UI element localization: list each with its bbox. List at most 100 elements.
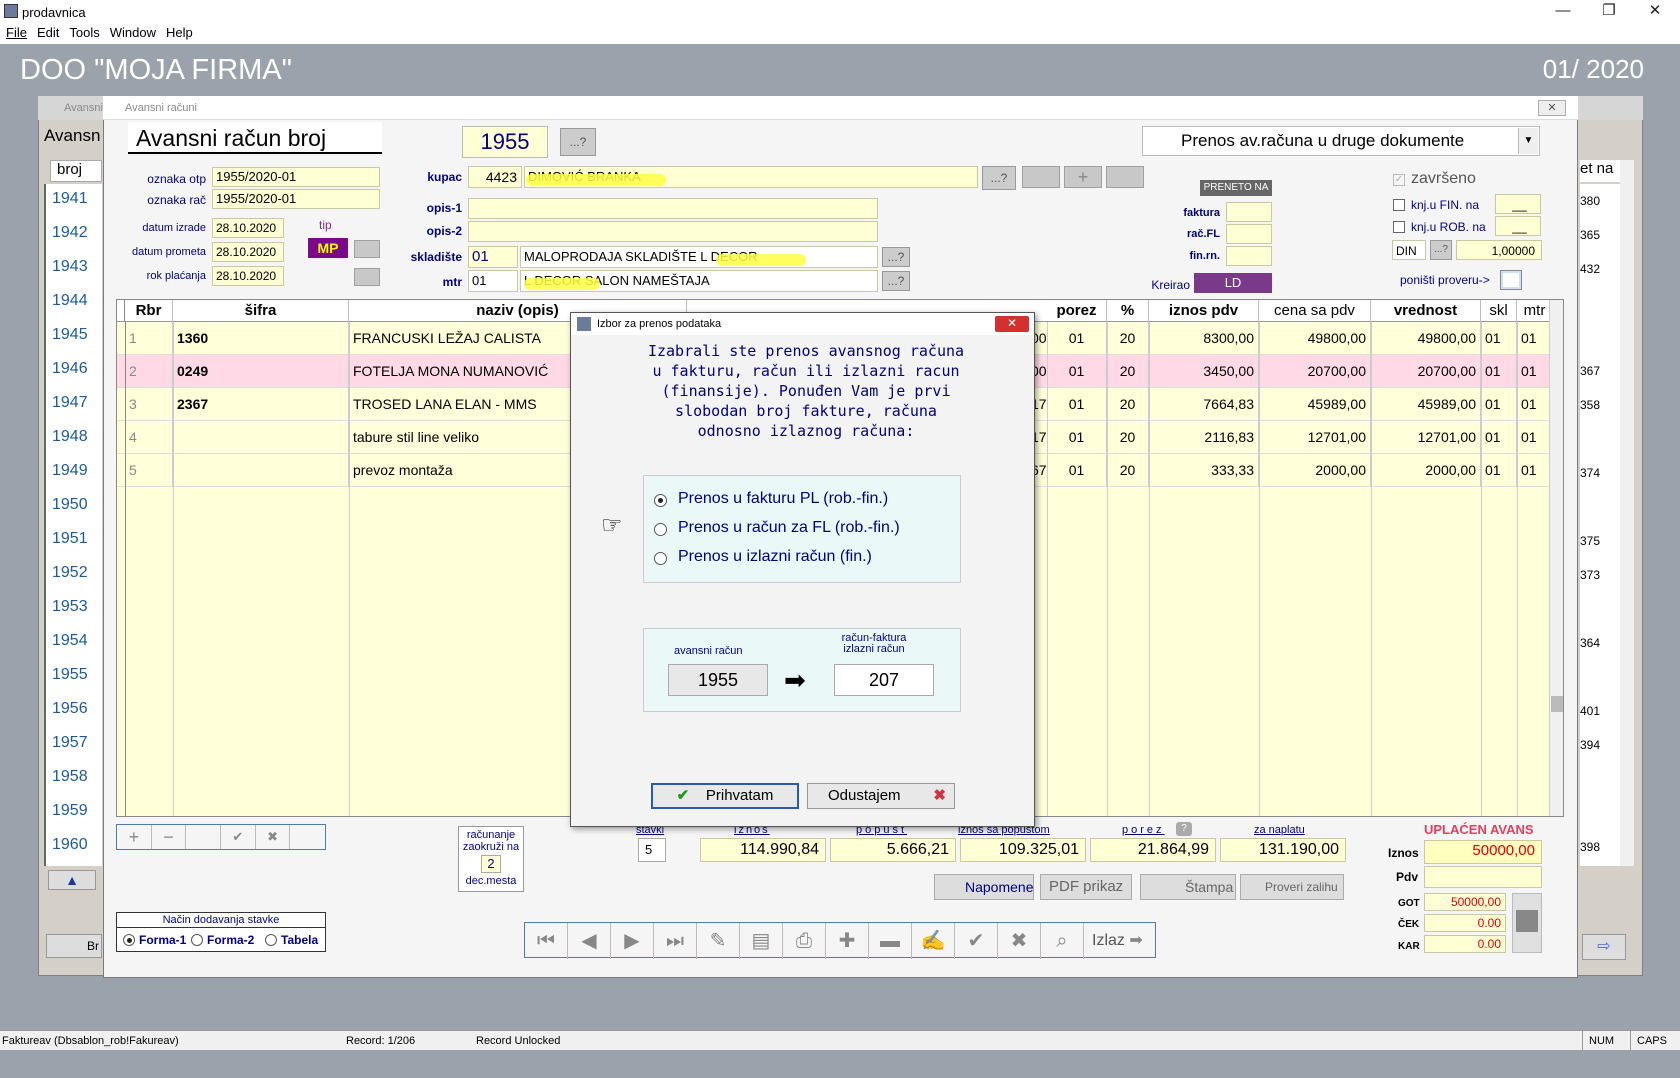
col-vrednost[interactable]: vrednost xyxy=(1371,300,1481,322)
kar-value[interactable]: 0.00 xyxy=(1424,935,1506,953)
background-list-item[interactable]: 1944 xyxy=(52,292,88,310)
opis2-field[interactable] xyxy=(468,221,878,242)
menu-help[interactable]: Help xyxy=(166,24,193,44)
background-list-item[interactable]: 1947 xyxy=(52,394,88,412)
option-faktura-radio[interactable] xyxy=(654,494,667,507)
cancel-record-icon[interactable]: ✖ xyxy=(998,923,1041,959)
knjfin-field[interactable]: __ xyxy=(1495,194,1541,214)
mtr-lookup-button[interactable]: ...? xyxy=(882,271,910,291)
background-list-item[interactable]: 1950 xyxy=(52,496,88,514)
background-list-item[interactable]: 1953 xyxy=(52,598,88,616)
oznaka-otp-field[interactable]: 1955/2020-01 xyxy=(212,167,380,187)
list-icon[interactable]: ▤ xyxy=(740,923,783,959)
exit-arrow-icon[interactable]: ⇨ xyxy=(1582,934,1626,960)
col-mtr[interactable]: mtr xyxy=(1517,300,1553,322)
datum-prometa-field[interactable]: 28.10.2020 xyxy=(212,242,284,262)
edit-record-icon[interactable]: ✍ xyxy=(912,923,955,959)
prihvatam-button[interactable]: ✔ Prihvatam xyxy=(651,783,799,809)
col-rbr[interactable]: Rbr xyxy=(125,300,173,322)
knjrob-field[interactable]: __ xyxy=(1495,216,1541,236)
number-lookup-button[interactable]: ...? xyxy=(560,128,596,156)
kupac-lookup-button[interactable]: ...? xyxy=(982,166,1016,190)
knjrob-checkbox[interactable] xyxy=(1393,221,1405,233)
add-record-icon[interactable]: ✚ xyxy=(826,923,869,959)
col-porez[interactable]: porez xyxy=(1047,300,1107,322)
minimize-button[interactable]: — xyxy=(1540,0,1586,24)
remove-row-icon[interactable]: − xyxy=(152,825,187,849)
menu-window[interactable]: Window xyxy=(110,24,156,44)
menu-tools[interactable]: Tools xyxy=(69,24,99,44)
background-list-item[interactable]: 1959 xyxy=(52,802,88,820)
menu-file[interactable]: File xyxy=(6,24,27,44)
background-list-item[interactable]: 1941 xyxy=(52,190,88,208)
dialog-close-button[interactable]: ✕ xyxy=(995,316,1029,332)
background-list-item[interactable]: 1960 xyxy=(52,836,88,854)
datum-izrade-field[interactable]: 28.10.2020 xyxy=(212,218,284,238)
last-record-icon[interactable]: ⏭ xyxy=(654,923,697,959)
mtr-sifra-field[interactable]: 01 xyxy=(468,270,518,292)
main-close-button[interactable]: ✕ xyxy=(1538,100,1566,116)
option-racun-label[interactable]: Prenos u račun za FL (rob.-fin.) xyxy=(678,519,900,537)
scroll-up-button[interactable]: ▲ xyxy=(48,870,96,890)
knjfin-checkbox[interactable] xyxy=(1393,199,1405,211)
add-row-icon[interactable]: + xyxy=(117,825,152,849)
transfer-select[interactable]: Prenos av.računa u druge dokumente xyxy=(1142,126,1540,156)
prev-record-icon[interactable]: ◀ xyxy=(568,923,611,959)
background-scrollbar[interactable] xyxy=(1620,160,1634,866)
grid-view-icon[interactable] xyxy=(290,825,325,849)
save-record-icon[interactable]: ✔ xyxy=(955,923,998,959)
proveri-zalihu-button[interactable]: Proveri zalihu xyxy=(1240,874,1344,900)
edit-kupac-icon[interactable] xyxy=(1106,166,1144,188)
undo-icon[interactable] xyxy=(354,240,380,258)
background-list-item[interactable]: 1942 xyxy=(52,224,88,242)
copy-icon[interactable] xyxy=(1022,166,1060,188)
avans-iznos[interactable]: 50000,00 xyxy=(1424,840,1542,864)
chevron-down-icon[interactable]: ▼ xyxy=(1518,128,1538,154)
avans-pdv[interactable] xyxy=(1424,866,1542,888)
forma1-radio[interactable] xyxy=(123,934,135,946)
background-list-item[interactable]: 1948 xyxy=(52,428,88,446)
napomene-button[interactable]: Napomene xyxy=(934,874,1034,900)
kupac-sifra-field[interactable]: 4423 xyxy=(468,166,522,188)
racfl-field[interactable] xyxy=(1226,224,1272,244)
background-list-item[interactable]: 1955 xyxy=(52,666,88,684)
maximize-button[interactable]: ❐ xyxy=(1586,0,1632,24)
col-pct[interactable]: % xyxy=(1107,300,1149,322)
background-list-item[interactable]: 1957 xyxy=(52,734,88,752)
pdf-button[interactable]: PDF prikaz xyxy=(1040,874,1132,900)
background-list-item[interactable]: 1949 xyxy=(52,462,88,480)
stampa-button[interactable]: Štampa xyxy=(1140,874,1236,900)
grid-scroll-thumb[interactable] xyxy=(1551,696,1563,712)
background-list-item[interactable]: 1956 xyxy=(52,700,88,718)
izlaz-button[interactable]: Izlaz ➡ xyxy=(1084,923,1156,959)
background-list-item[interactable]: 1946 xyxy=(52,360,88,378)
oznaka-rac-field[interactable]: 1955/2020-01 xyxy=(212,189,380,209)
close-button[interactable]: ✕ xyxy=(1632,0,1678,24)
add-kupac-icon[interactable]: + xyxy=(1064,166,1102,188)
background-list-item[interactable]: 1945 xyxy=(52,326,88,344)
zavrseno-checkbox[interactable]: ✓ xyxy=(1393,174,1405,186)
col-sifra[interactable]: šifra xyxy=(173,300,349,322)
edit-icon[interactable]: ✎ xyxy=(697,923,740,959)
background-bottom-button[interactable]: Br xyxy=(46,934,102,958)
valuta-lookup-button[interactable]: ...? xyxy=(1430,240,1452,260)
invoice-number[interactable]: 1955 xyxy=(462,126,548,158)
col-cena-sa-pdv[interactable]: cena sa pdv xyxy=(1259,300,1371,322)
confirm-row-icon[interactable]: ✔ xyxy=(221,825,256,849)
tabela-radio[interactable] xyxy=(265,934,277,946)
got-value[interactable]: 50000,00 xyxy=(1424,893,1506,911)
tip-badge[interactable]: MP xyxy=(308,238,348,258)
background-list-item[interactable]: 1958 xyxy=(52,768,88,786)
calendar-icon[interactable] xyxy=(354,268,380,286)
skladiste-sifra-field[interactable]: 01 xyxy=(468,246,518,268)
ponisti-checkbox[interactable] xyxy=(1500,270,1522,290)
option-racun-radio[interactable] xyxy=(654,523,667,536)
background-list-item[interactable]: 1943 xyxy=(52,258,88,276)
col-skl[interactable]: skl xyxy=(1481,300,1517,322)
background-list-item[interactable]: 1952 xyxy=(52,564,88,582)
forma1-label[interactable]: Forma-1 xyxy=(139,933,186,947)
background-list-item[interactable]: 1954 xyxy=(52,632,88,650)
forma2-label[interactable]: Forma-2 xyxy=(207,933,254,947)
col-iznos-pdv[interactable]: iznos pdv xyxy=(1149,300,1259,322)
finrn-field[interactable] xyxy=(1226,246,1272,266)
